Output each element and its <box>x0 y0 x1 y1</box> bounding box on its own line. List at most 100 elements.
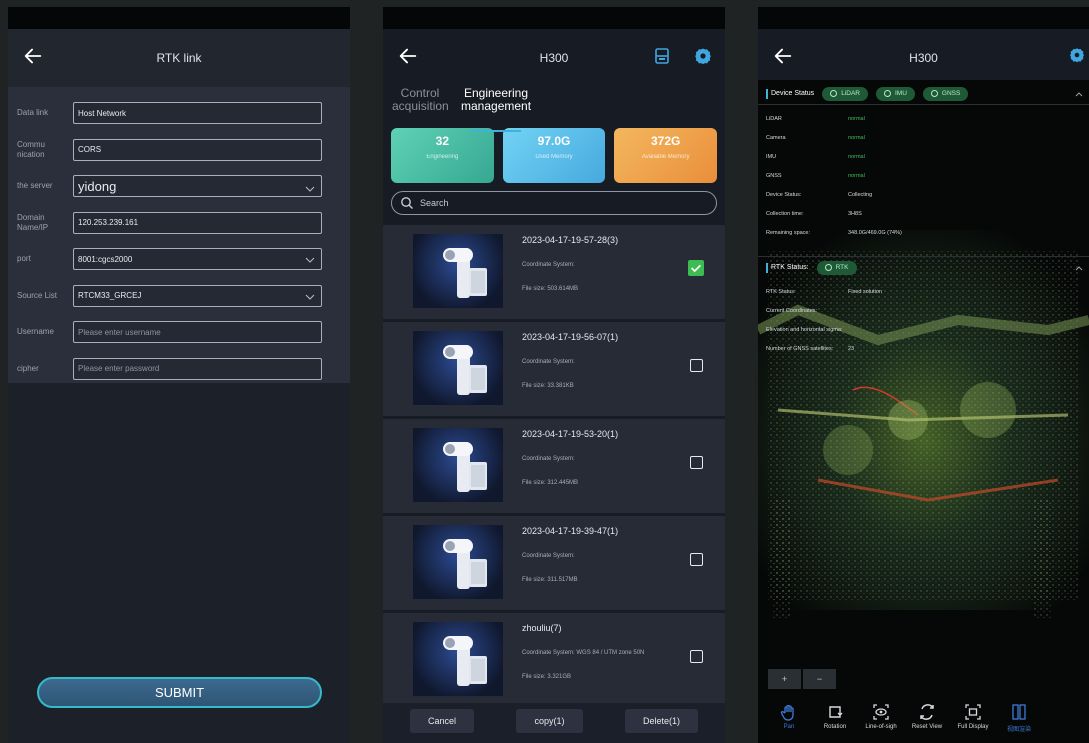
chevron-up-icon[interactable] <box>1075 91 1083 97</box>
scanner-thumbnail <box>413 234 503 308</box>
status-key: Number of GNSS satellites: <box>766 346 834 352</box>
project-list-item[interactable]: 2023-04-17-19-53-20(1) Coordinate System:… <box>383 419 725 513</box>
lidar-status-pill: LiDAR <box>822 86 868 101</box>
status-key: Remaining space: <box>766 230 811 236</box>
communication-field[interactable]: CORS <box>73 138 322 161</box>
card-label: Available Memory <box>641 154 690 160</box>
rtk-status-row: Number of GNSS satellites: 23 <box>766 346 854 352</box>
username-field[interactable]: Please enter username <box>73 321 322 344</box>
status-value: normal <box>848 135 865 141</box>
imu-status-pill: IMU <box>875 86 915 101</box>
project-list-item[interactable]: 2023-04-17-19-57-28(3) Coordinate System:… <box>383 225 725 319</box>
form-row-server: the server yidong <box>8 168 350 205</box>
storage-icon[interactable] <box>653 47 671 65</box>
checkbox-checked[interactable] <box>688 260 704 276</box>
submit-button[interactable]: SUBMIT <box>37 677 322 708</box>
card-value: 372G <box>651 134 681 148</box>
tab-control-acquisition[interactable]: Control acquisition <box>392 87 449 127</box>
card-value: 32 <box>435 134 450 148</box>
data-link-field[interactable]: Host Network <box>73 102 322 125</box>
point-cloud-view[interactable]: Device Status LiDAR IMU GNSS LiDAR normal… <box>758 80 1089 680</box>
port-select[interactable]: 8001:cgcs2000 <box>73 248 322 271</box>
accent-bar <box>766 262 768 273</box>
cancel-button[interactable]: Cancel <box>410 709 475 733</box>
source-list-value: RTCM33_GRCEJ <box>78 291 142 301</box>
page-title: RTK link <box>156 51 202 65</box>
engineering-management-screen: H300 Control acquisition Engineering man… <box>383 7 725 743</box>
project-list-item[interactable]: zhouliu(7) Coordinate System: WGS 84 / UT… <box>383 613 725 707</box>
domain-ip-field[interactable]: 120.253.239.161 <box>73 211 322 234</box>
field-label: Commu nication <box>17 139 46 159</box>
rtk-status-row: RTK Status: Fixed solution <box>766 289 882 295</box>
view-render-icon <box>1010 703 1028 721</box>
chevron-up-icon[interactable] <box>1075 265 1083 271</box>
rtk-status-row: Elevation and horizontal sigma: <box>766 327 848 333</box>
zoom-out-button[interactable]: − <box>803 669 836 689</box>
password-field[interactable]: Please enter password <box>73 357 322 380</box>
status-key: Collection time: <box>766 211 804 217</box>
server-select-value: yidong <box>78 178 117 194</box>
checkbox[interactable] <box>690 456 703 469</box>
project-name: 2023-04-17-19-56-07(1) <box>522 332 619 342</box>
device-status-header[interactable]: Device Status LiDAR IMU GNSS <box>758 83 1089 105</box>
tool-button-line-of-sight[interactable]: Line-of-sigh <box>858 699 904 743</box>
action-bar: Cancel copy(1) Delete(1) <box>383 703 725 743</box>
zoom-in-button[interactable]: + <box>768 669 801 689</box>
server-select[interactable]: yidong <box>73 175 322 198</box>
copy-button[interactable]: copy(1) <box>516 709 583 733</box>
status-key: GNSS <box>766 173 782 179</box>
file-size: File size: 311.517MB <box>522 577 578 583</box>
tool-button-full-display[interactable]: Full Display <box>950 699 996 743</box>
device-status-title: Device Status <box>771 90 815 97</box>
status-key: RTK Status: <box>766 289 796 295</box>
field-label: port <box>17 254 31 264</box>
tool-button-view-render[interactable]: 视图渲染 <box>996 699 1042 743</box>
pill-label: LiDAR <box>841 90 860 97</box>
project-list-item[interactable]: 2023-04-17-19-56-07(1) Coordinate System:… <box>383 322 725 416</box>
project-name: 2023-04-17-19-57-28(3) <box>522 235 619 245</box>
available-memory-card: 372G Available Memory <box>614 128 718 183</box>
status-value: normal <box>848 154 865 160</box>
rtk-status-header[interactable]: RTK Status: RTK <box>758 256 1089 278</box>
source-list-select[interactable]: RTCM33_GRCEJ <box>73 284 322 307</box>
gear-icon[interactable] <box>694 47 712 65</box>
rotation-icon <box>826 703 844 721</box>
hand-pan-icon <box>780 703 798 721</box>
field-label: Source List <box>17 290 58 300</box>
search-input[interactable]: Search <box>391 191 717 215</box>
tool-button-reset-view[interactable]: Reset View <box>904 699 950 743</box>
checkbox[interactable] <box>690 359 703 372</box>
back-arrow-icon[interactable] <box>772 45 794 67</box>
checkbox[interactable] <box>690 650 703 663</box>
status-key: Current Coordinates: <box>766 308 818 314</box>
scanner-thumbnail <box>413 331 503 405</box>
tool-label: 视图渲染 <box>1006 727 1031 733</box>
checkbox[interactable] <box>690 553 703 566</box>
tab-engineering-management[interactable]: Engineering management <box>461 87 531 132</box>
app-bar: H300 <box>758 29 1089 87</box>
status-value: normal <box>848 173 865 179</box>
rtk-form: Data link Host Network Commu nication CO… <box>8 87 350 383</box>
reset-view-icon <box>918 703 936 721</box>
back-arrow-icon[interactable] <box>22 45 44 67</box>
project-list-item[interactable]: 2023-04-17-19-39-47(1) Coordinate System:… <box>383 516 725 610</box>
status-key: Camera <box>766 135 786 141</box>
status-key: LiDAR <box>766 116 782 122</box>
gear-icon[interactable] <box>1069 47 1085 63</box>
pill-label: GNSS <box>941 90 961 97</box>
device-status-row: Collection time: 3H8S <box>766 211 862 217</box>
status-value: 3H8S <box>848 211 862 217</box>
project-list: 2023-04-17-19-57-28(3) Coordinate System:… <box>383 225 725 707</box>
form-row-communication: Commu nication CORS <box>8 132 350 169</box>
tool-label: Reset View <box>911 724 943 730</box>
tool-button-hand-pan[interactable]: Pan <box>766 699 812 743</box>
tool-button-rotation[interactable]: Rotation <box>812 699 858 743</box>
rtk-status-title: RTK Status: <box>771 264 809 271</box>
delete-button[interactable]: Delete(1) <box>624 709 698 733</box>
project-name: 2023-04-17-19-39-47(1) <box>522 526 619 536</box>
check-circle-icon <box>830 90 838 97</box>
field-label: the server <box>17 181 53 191</box>
back-arrow-icon[interactable] <box>397 45 419 67</box>
check-circle-icon <box>883 90 891 97</box>
gnss-status-pill: GNSS <box>922 86 969 101</box>
